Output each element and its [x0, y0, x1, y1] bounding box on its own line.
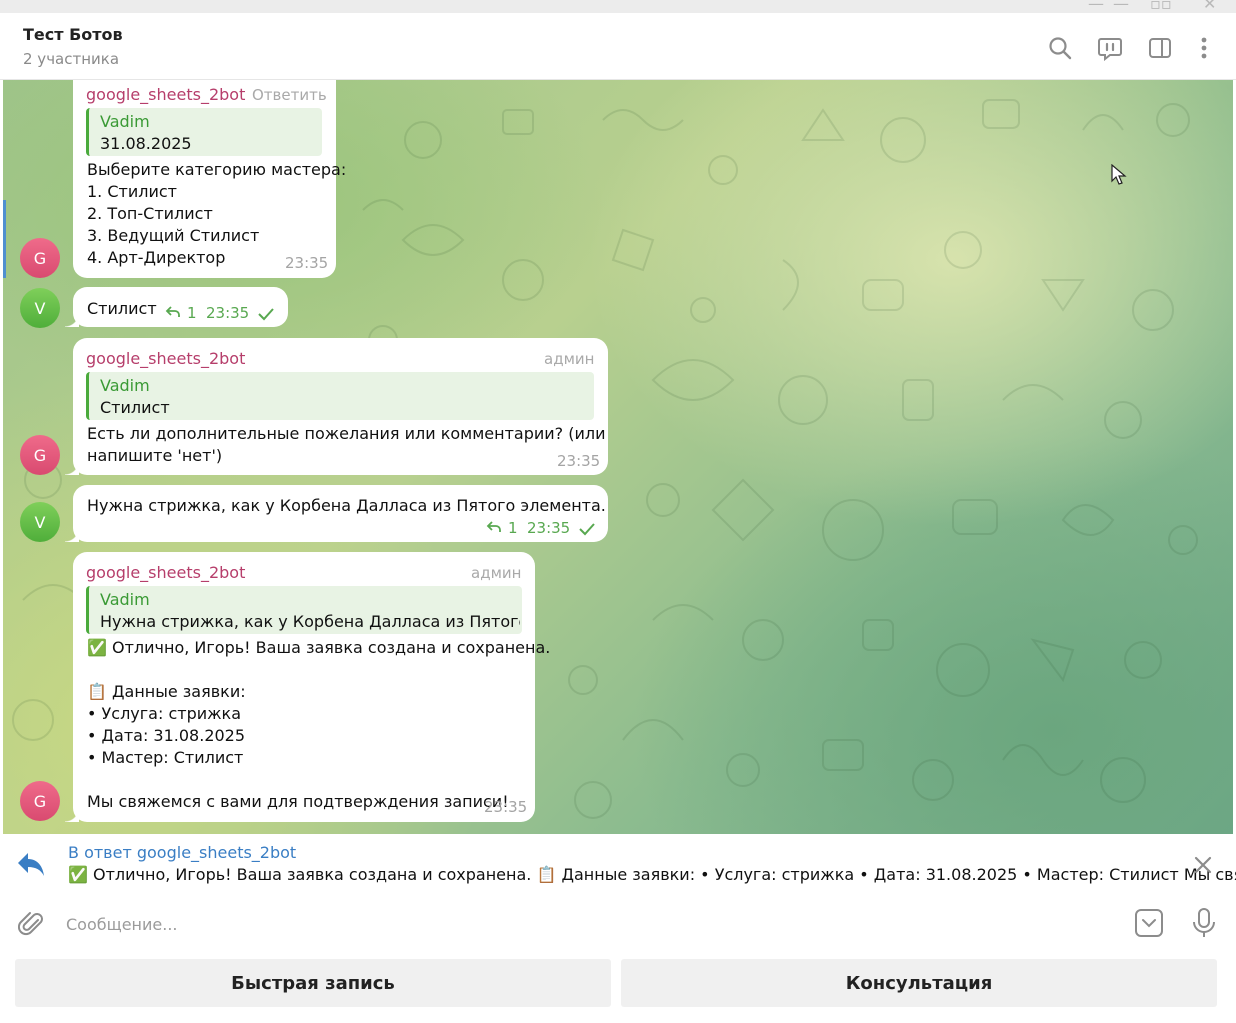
avatar[interactable]: V	[20, 502, 60, 542]
message-bubble[interactable]: Нужна стрижка, как у Корбена Далласа из …	[65, 485, 608, 542]
close-icon[interactable]	[1192, 854, 1214, 876]
reply-button[interactable]: Ответить	[252, 86, 327, 104]
message-text-line: Стилист	[87, 299, 157, 318]
reply-quote[interactable]: Vadim Стилист	[86, 372, 594, 420]
reply-count[interactable]: 1	[187, 304, 197, 322]
message-time: 23:35	[206, 304, 250, 322]
quote-text: Нужна стрижка, как у Корбена Далласа из …	[100, 612, 520, 631]
message-text-line: напишите 'нет')	[87, 446, 223, 465]
reply-quote[interactable]: Vadim Нужна стрижка, как у Корбена Далла…	[86, 586, 522, 634]
message-text-line: Выберите категорию мастера:	[87, 160, 347, 179]
admin-badge: админ	[471, 564, 522, 582]
reply-target-title: В ответ google_sheets_2bot	[68, 843, 297, 862]
minimize-icon[interactable]: —	[1088, 0, 1104, 13]
reply-arrow-icon	[165, 306, 180, 317]
message-bubble[interactable]: google_sheets_2bot админ Vadim Стилист Е…	[65, 338, 608, 475]
bot-reply-keyboard: Быстрая запись Консультация	[0, 950, 1236, 1023]
microphone-icon[interactable]	[1190, 907, 1218, 939]
avatar[interactable]: G	[20, 435, 60, 475]
keyboard-button-quick-booking[interactable]: Быстрая запись	[15, 959, 611, 1007]
read-check-icon	[258, 308, 274, 321]
chat-member-count[interactable]: 2 участника	[23, 50, 119, 68]
reply-target-text: ✅ Отлично, Игорь! Ваша заявка создана и …	[68, 865, 1236, 884]
restore-icon[interactable]: ▫▫	[1150, 0, 1172, 13]
message-text-line: Нужна стрижка, как у Корбена Далласа из …	[87, 496, 606, 515]
reply-icon	[18, 853, 44, 876]
sidebar-toggle-icon[interactable]	[1147, 35, 1173, 61]
message-text-line: Есть ли дополнительные пожелания или ком…	[87, 424, 606, 443]
avatar[interactable]: G	[20, 781, 60, 821]
admin-badge: админ	[544, 350, 595, 368]
reply-arrow-icon	[486, 521, 501, 532]
quote-author: Vadim	[100, 112, 150, 131]
message-text-line: • Мастер: Стилист	[87, 748, 244, 767]
read-check-icon	[579, 523, 595, 536]
reply-quote[interactable]: Vadim 31.08.2025	[86, 108, 322, 156]
message-text-line: • Услуга: стрижка	[87, 704, 242, 723]
quote-author: Vadim	[100, 376, 150, 395]
mouse-cursor-icon	[1111, 164, 1127, 185]
video-chat-icon[interactable]	[1097, 35, 1123, 61]
message-bubble[interactable]: Стилист 1 23:35	[65, 287, 288, 327]
message-sender[interactable]: google_sheets_2bot	[86, 349, 245, 368]
avatar[interactable]: V	[20, 288, 60, 328]
quote-author: Vadim	[100, 590, 150, 609]
message-input[interactable]	[58, 906, 1098, 942]
quote-text: 31.08.2025	[100, 134, 192, 153]
message-sender[interactable]: google_sheets_2bot	[86, 563, 245, 582]
reply-preview-bar[interactable]: В ответ google_sheets_2bot ✅ Отлично, Иг…	[0, 834, 1236, 898]
composer	[0, 898, 1236, 950]
message-time: 23:35	[484, 798, 528, 816]
message-time: 23:35	[285, 254, 329, 272]
message-text-line: Мы свяжемся с вами для подтверждения зап…	[87, 792, 509, 811]
message-bubble[interactable]: google_sheets_2bot админ Vadim Нужна стр…	[65, 552, 550, 822]
message-text-line: • Дата: 31.08.2025	[87, 726, 246, 745]
message-sender[interactable]: google_sheets_2bot	[86, 85, 245, 104]
paperclip-icon[interactable]	[18, 910, 46, 938]
message-text-line: 4. Арт-Директор	[87, 248, 226, 267]
chat-title[interactable]: Тест Ботов	[23, 25, 123, 44]
message-text-line: 1. Стилист	[87, 182, 177, 201]
search-icon[interactable]	[1047, 35, 1073, 61]
message-text-line: ✅ Отлично, Игорь! Ваша заявка создана и …	[87, 638, 551, 657]
minimize-icon-2[interactable]: —	[1113, 0, 1129, 13]
message-text-line: 2. Топ-Стилист	[87, 204, 213, 223]
message-text-line: 3. Ведущий Стилист	[87, 226, 260, 245]
chat-header: Тест Ботов 2 участника	[0, 13, 1236, 80]
keyboard-button-consultation[interactable]: Консультация	[621, 959, 1217, 1007]
bot-keyboard-icon[interactable]	[1134, 908, 1164, 938]
chat-history[interactable]: google_sheets_2bot Ответить Vadim 31.08.…	[3, 80, 1233, 834]
message-time: 23:35	[527, 519, 571, 537]
avatar[interactable]: G	[20, 238, 60, 278]
reply-count[interactable]: 1	[508, 519, 518, 537]
message-text-line: 📋 Данные заявки:	[87, 682, 246, 701]
window-title-strip: — — ▫▫ ✕	[0, 0, 1236, 13]
unread-indicator-strip	[3, 200, 6, 278]
close-window-icon[interactable]: ✕	[1203, 0, 1216, 13]
quote-text: Стилист	[100, 398, 170, 417]
message-time: 23:35	[557, 452, 601, 470]
more-vertical-icon[interactable]	[1191, 35, 1217, 61]
message-bubble[interactable]: google_sheets_2bot Ответить Vadim 31.08.…	[73, 80, 346, 278]
